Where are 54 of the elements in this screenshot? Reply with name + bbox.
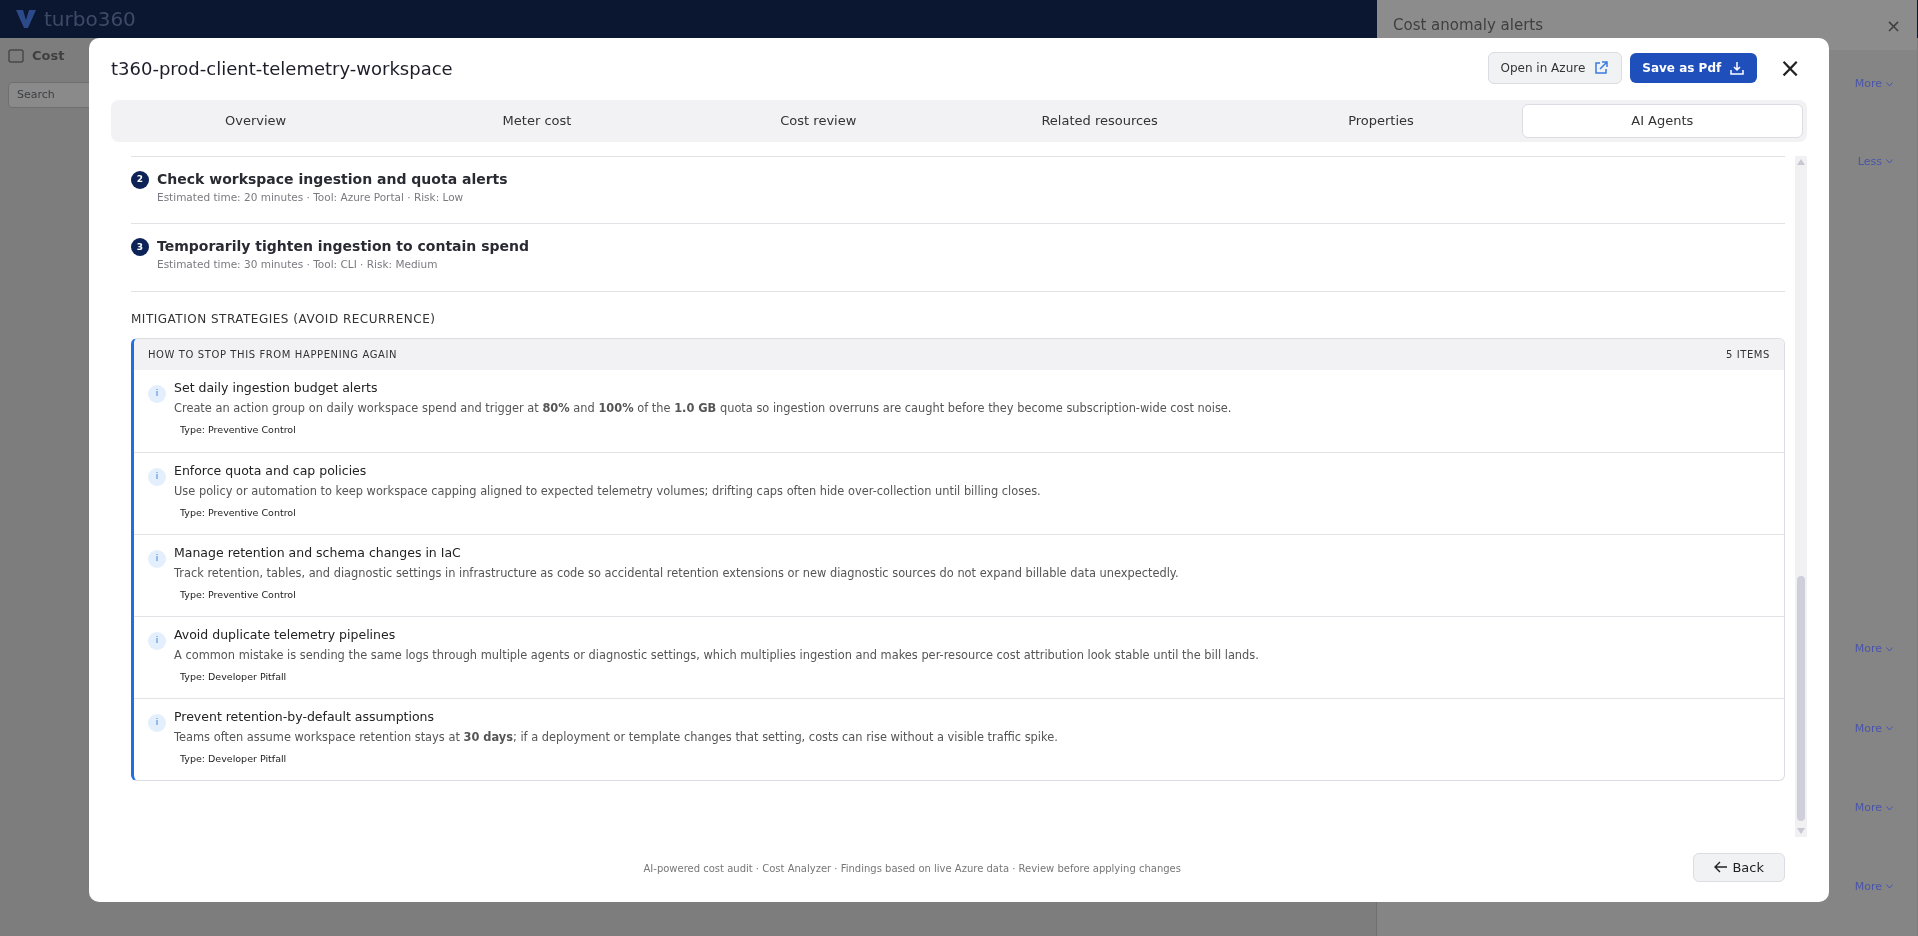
close-button[interactable]: ×: [1773, 54, 1807, 82]
tab[interactable]: Cost review: [677, 104, 959, 138]
panel-title: Cost anomaly alerts: [1393, 14, 1544, 36]
tab[interactable]: Related resources: [959, 104, 1241, 138]
save-pdf-button[interactable]: Save as Pdf: [1630, 53, 1758, 83]
open-azure-button[interactable]: Open in Azure: [1487, 52, 1623, 84]
caret-icon: [1886, 884, 1893, 890]
strategy-type: Type: Preventive Control: [180, 505, 297, 520]
card-title: HOW TO STOP THIS FROM HAPPENING AGAIN: [148, 348, 398, 362]
strategy-type: Type: Developer Pitfall: [180, 751, 288, 766]
strategy-text: Track retention, tables, and diagnostic settings in infrastructure as code so accidental retention extensions or new diagnostic sources do not expand billable data unexpectedly.: [174, 564, 1179, 582]
strategy-title: Enforce quota and cap policies: [174, 462, 368, 480]
strategy-type: Type: Preventive Control: [180, 587, 297, 602]
back-button[interactable]: Back: [1693, 852, 1785, 882]
step-title: Temporarily tighten ingestion to contain spend: [157, 237, 530, 257]
tab[interactable]: Properties: [1240, 104, 1522, 138]
info-icon: i: [148, 468, 166, 486]
strategy-title: Set daily ingestion budget alerts: [174, 379, 379, 397]
page-title: Cost: [32, 47, 65, 65]
logo-icon: [16, 10, 36, 28]
info-icon: i: [148, 385, 166, 403]
info-icon: i: [148, 550, 166, 568]
caret-icon: [1886, 805, 1893, 811]
strategy-title: Prevent retention-by-default assumptions: [174, 708, 436, 726]
strategy-text: Use policy or automation to keep workspace capping aligned to expected telemetry volumes; drifting caps often hide over-collection until billing closes.: [174, 482, 1041, 500]
section-heading: MITIGATION STRATEGIES (AVOID RECURRENCE): [131, 291, 1785, 328]
external-link-icon: [1593, 60, 1610, 76]
tab[interactable]: Meter cost: [396, 104, 678, 138]
step-title: Check workspace ingestion and quota alerts: [157, 169, 508, 189]
caret-icon: [1886, 159, 1893, 165]
step-number: 2: [131, 170, 149, 189]
strategy-text: Create an action group on daily workspace spend and trigger at 80% and 100% of the 1.0 GB quota so ingestion overruns are caught before they become subscription-wide cost noise.: [174, 399, 1232, 417]
item-count: 5 ITEMS: [1725, 348, 1770, 362]
download-icon: [1729, 60, 1746, 76]
caret-icon: [1886, 81, 1893, 87]
caret-icon: [1886, 726, 1893, 732]
step-number: 3: [131, 238, 149, 257]
scrollbar[interactable]: [1795, 155, 1807, 837]
info-icon: i: [148, 714, 166, 732]
strategy-text: Teams often assume workspace retention stays at 30 days; if a deployment or template changes that setting, costs can rise without a visible traffic spike.: [174, 728, 1058, 746]
caret-icon: [1886, 646, 1893, 652]
arrow-left-icon: [1714, 861, 1729, 874]
page-icon: [8, 47, 24, 64]
footer-note: AI-powered cost audit · Cost Analyzer · Findings based on live Azure data · Review before applying changes: [643, 862, 1181, 874]
step-meta: Estimated time: 20 minutes · Tool: Azure Portal · Risk: Low: [157, 189, 465, 205]
modal-title: t360-prod-client-telemetry-workspace: [111, 56, 453, 81]
info-icon: i: [148, 632, 166, 650]
tab[interactable]: AI Agents: [1521, 104, 1803, 138]
strategy-text: A common mistake is sending the same logs through multiple agents or diagnostic settings, which multiplies ingestion and makes per-resource cost attribution look stable until the bill lands.: [174, 646, 1259, 664]
strategy-title: Avoid duplicate telemetry pipelines: [174, 626, 397, 644]
strategy-type: Type: Developer Pitfall: [180, 669, 288, 684]
strategy-type: Type: Preventive Control: [180, 422, 297, 437]
step-meta: Estimated time: 30 minutes · Tool: CLI · Risk: Medium: [157, 257, 439, 273]
strategy-title: Manage retention and schema changes in IaC: [174, 544, 462, 562]
